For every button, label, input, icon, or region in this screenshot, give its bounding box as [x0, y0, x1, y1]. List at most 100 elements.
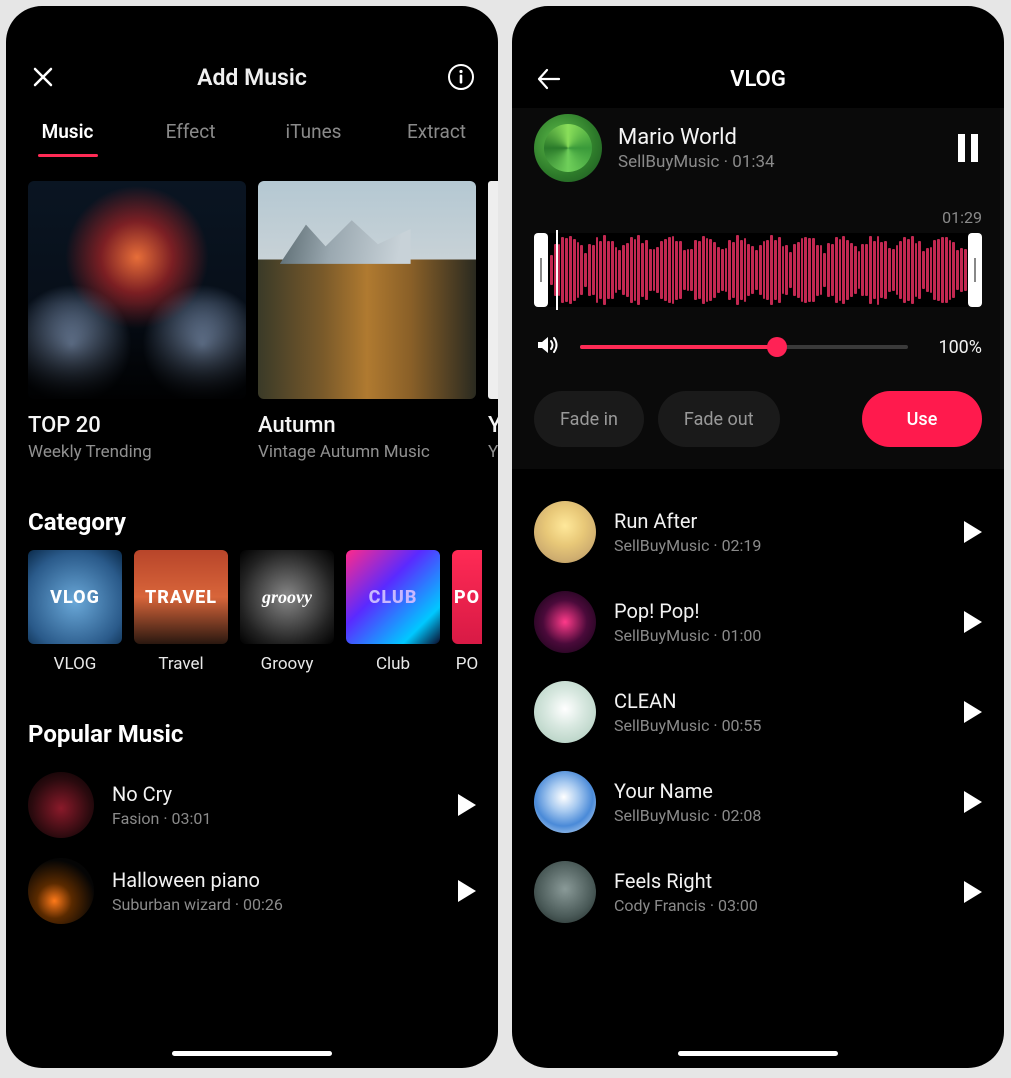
- home-indicator[interactable]: [172, 1051, 332, 1056]
- fade-in-button[interactable]: Fade in: [534, 391, 644, 447]
- playback-position: 01:29: [534, 208, 982, 227]
- track-list[interactable]: Run After SellBuyMusic · 02:19 Pop! Pop!…: [512, 469, 1004, 937]
- volume-icon[interactable]: [534, 331, 562, 363]
- track-info: Run After SellBuyMusic · 02:19: [614, 509, 946, 555]
- track-subtitle: SellBuyMusic · 02:08: [614, 806, 946, 825]
- tab-effect[interactable]: Effect: [129, 112, 252, 157]
- category-label: Club: [346, 654, 440, 674]
- now-playing-info: Mario World SellBuyMusic · 01:34: [618, 125, 942, 172]
- volume-thumb[interactable]: [767, 337, 787, 357]
- category-tile: groovy: [240, 550, 334, 644]
- category-travel[interactable]: TRAVEL Travel: [134, 550, 228, 674]
- track-row[interactable]: Pop! Pop! SellBuyMusic · 01:00: [512, 577, 1004, 667]
- track-subtitle: Cody Francis · 03:00: [614, 896, 946, 915]
- track-row[interactable]: Your Name SellBuyMusic · 02:08: [512, 757, 1004, 847]
- header: VLOG: [512, 50, 1004, 108]
- featured-thumb: [28, 181, 246, 399]
- play-icon[interactable]: [964, 611, 982, 633]
- fade-out-button[interactable]: Fade out: [658, 391, 780, 447]
- now-playing-panel: Mario World SellBuyMusic · 01:34 01:29 1…: [512, 108, 1004, 469]
- volume-fill: [580, 345, 777, 349]
- featured-subtitle: Weekly Trending: [28, 442, 246, 462]
- featured-title: Y: [488, 413, 498, 438]
- category-row[interactable]: VLOG VLOG TRAVEL Travel groovy Groovy CL…: [6, 550, 498, 674]
- trim-handle-right[interactable]: [968, 233, 982, 307]
- track-row[interactable]: Feels Right Cody Francis · 03:00: [512, 847, 1004, 937]
- tab-itunes[interactable]: iTunes: [252, 112, 375, 157]
- play-icon[interactable]: [458, 794, 476, 816]
- featured-thumb: [258, 181, 476, 399]
- track-row[interactable]: CLEAN SellBuyMusic · 00:55: [512, 667, 1004, 757]
- featured-subtitle: Y: [488, 442, 498, 462]
- track-info: No Cry Fasion · 03:01: [112, 782, 440, 828]
- waveform-body[interactable]: [548, 233, 968, 307]
- track-info: Pop! Pop! SellBuyMusic · 01:00: [614, 599, 946, 645]
- track-title: Pop! Pop!: [614, 599, 946, 623]
- volume-slider[interactable]: [580, 345, 908, 349]
- category-heading: Category: [6, 462, 498, 550]
- track-thumb: [28, 858, 94, 924]
- track-title: Run After: [614, 509, 946, 533]
- track-subtitle: SellBuyMusic · 00:55: [614, 716, 946, 735]
- track-row[interactable]: No Cry Fasion · 03:01: [6, 762, 498, 848]
- popular-heading: Popular Music: [6, 674, 498, 762]
- category-tile: TRAVEL: [134, 550, 228, 644]
- page-title: VLOG: [564, 67, 952, 92]
- category-pop[interactable]: PO PO: [452, 550, 482, 674]
- trim-waveform[interactable]: [534, 233, 982, 307]
- play-icon[interactable]: [964, 701, 982, 723]
- track-info: Your Name SellBuyMusic · 02:08: [614, 779, 946, 825]
- action-row: Fade in Fade out Use: [534, 391, 982, 447]
- screen-add-music: Add Music Music Effect iTunes Extract TO…: [6, 6, 498, 1068]
- featured-card-peek[interactable]: Y Y: [488, 181, 498, 462]
- track-title: No Cry: [112, 782, 440, 806]
- tab-extract[interactable]: Extract: [375, 112, 498, 157]
- playback-cursor[interactable]: [556, 230, 558, 310]
- track-thumb: [534, 591, 596, 653]
- volume-row: 100%: [534, 331, 982, 363]
- category-label: Groovy: [240, 654, 334, 674]
- category-groovy[interactable]: groovy Groovy: [240, 550, 334, 674]
- track-row[interactable]: Halloween piano Suburban wizard · 00:26: [6, 848, 498, 934]
- featured-card-top20[interactable]: TOP 20 Weekly Trending: [28, 181, 246, 462]
- track-row[interactable]: Run After SellBuyMusic · 02:19: [512, 487, 1004, 577]
- back-icon[interactable]: [534, 64, 564, 94]
- now-playing-header: Mario World SellBuyMusic · 01:34: [534, 108, 982, 194]
- home-indicator[interactable]: [678, 1051, 838, 1056]
- play-icon[interactable]: [964, 521, 982, 543]
- track-info: Feels Right Cody Francis · 03:00: [614, 869, 946, 915]
- use-button[interactable]: Use: [862, 391, 982, 447]
- tab-music[interactable]: Music: [6, 112, 129, 157]
- category-vlog[interactable]: VLOG VLOG: [28, 550, 122, 674]
- page-title: Add Music: [58, 64, 446, 91]
- track-subtitle: Fasion · 03:01: [112, 809, 440, 828]
- category-label: Travel: [134, 654, 228, 674]
- track-title: Your Name: [614, 779, 946, 803]
- trim-handle-left[interactable]: [534, 233, 548, 307]
- track-subtitle: SellBuyMusic · 01:00: [614, 626, 946, 645]
- track-thumb: [534, 861, 596, 923]
- track-thumb: [534, 681, 596, 743]
- category-club[interactable]: CLUB Club: [346, 550, 440, 674]
- now-playing-subtitle: SellBuyMusic · 01:34: [618, 152, 942, 172]
- track-thumb: [28, 772, 94, 838]
- track-subtitle: SellBuyMusic · 02:19: [614, 536, 946, 555]
- now-playing-artwork: [534, 114, 602, 182]
- category-label: VLOG: [28, 654, 122, 674]
- play-icon[interactable]: [964, 791, 982, 813]
- category-tile: CLUB: [346, 550, 440, 644]
- play-icon[interactable]: [458, 880, 476, 902]
- pause-icon[interactable]: [958, 134, 982, 162]
- header: Add Music: [6, 50, 498, 102]
- now-playing-title: Mario World: [618, 125, 942, 150]
- track-thumb: [534, 501, 596, 563]
- close-icon[interactable]: [28, 62, 58, 92]
- featured-card-autumn[interactable]: Autumn Vintage Autumn Music: [258, 181, 476, 462]
- info-icon[interactable]: [446, 62, 476, 92]
- track-title: Halloween piano: [112, 868, 440, 892]
- screen-vlog-playlist: VLOG Mario World SellBuyMusic · 01:34 01…: [512, 6, 1004, 1068]
- track-title: Feels Right: [614, 869, 946, 893]
- featured-row[interactable]: TOP 20 Weekly Trending Autumn Vintage Au…: [6, 157, 498, 462]
- track-info: Halloween piano Suburban wizard · 00:26: [112, 868, 440, 914]
- play-icon[interactable]: [964, 881, 982, 903]
